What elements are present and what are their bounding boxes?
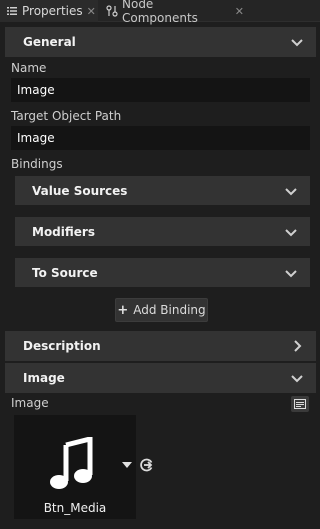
image-asset-name: Btn_Media	[43, 501, 107, 515]
tab-node-components-label: Node Components	[122, 0, 198, 25]
section-general-title: General	[23, 35, 76, 49]
navigate-to-asset-icon[interactable]	[140, 458, 154, 472]
image-asset-tile[interactable]: Btn_Media	[14, 415, 136, 519]
add-binding-label: Add Binding	[133, 303, 206, 317]
target-path-field[interactable]: Image	[11, 126, 310, 150]
tab-properties-label: Properties	[22, 4, 83, 18]
chevron-down-icon	[285, 188, 297, 196]
image-picker-icon[interactable]	[291, 396, 309, 412]
name-label: Name	[11, 61, 47, 75]
value-sources-header[interactable]: Value Sources	[15, 176, 310, 205]
target-path-label: Target Object Path	[11, 109, 122, 123]
section-image-title: Image	[23, 371, 65, 385]
modifiers-title: Modifiers	[32, 224, 95, 239]
close-icon[interactable]: ✕	[235, 5, 244, 18]
name-field[interactable]: Image	[11, 78, 310, 102]
chevron-down-icon	[291, 375, 303, 383]
node-components-icon	[106, 5, 118, 17]
section-image-header[interactable]: Image	[5, 363, 316, 393]
modifiers-header[interactable]: Modifiers	[15, 217, 310, 246]
add-binding-button[interactable]: + Add Binding	[115, 298, 208, 322]
caret-down-icon[interactable]	[122, 461, 132, 469]
music-note-icon	[50, 437, 93, 489]
tab-node-components[interactable]: Node Components ✕	[100, 0, 250, 25]
section-description-title: Description	[23, 339, 101, 353]
bindings-label: Bindings	[11, 157, 63, 171]
chevron-down-icon	[291, 39, 303, 47]
plus-icon: +	[117, 302, 129, 318]
chevron-down-icon	[285, 229, 297, 237]
chevron-down-icon	[285, 270, 297, 278]
tab-bar: Properties ✕ Node Components ✕	[0, 0, 320, 25]
close-icon[interactable]: ✕	[87, 5, 96, 18]
section-description-header[interactable]: Description	[5, 331, 316, 361]
name-field-value: Image	[17, 83, 55, 97]
chevron-right-icon	[294, 340, 302, 352]
to-source-header[interactable]: To Source	[15, 258, 310, 287]
tab-properties[interactable]: Properties ✕	[0, 0, 98, 22]
list-icon	[6, 5, 18, 17]
target-path-value: Image	[17, 131, 55, 145]
to-source-title: To Source	[32, 265, 98, 280]
value-sources-title: Value Sources	[32, 183, 128, 198]
section-general-header[interactable]: General	[5, 27, 316, 57]
image-label: Image	[11, 396, 49, 410]
